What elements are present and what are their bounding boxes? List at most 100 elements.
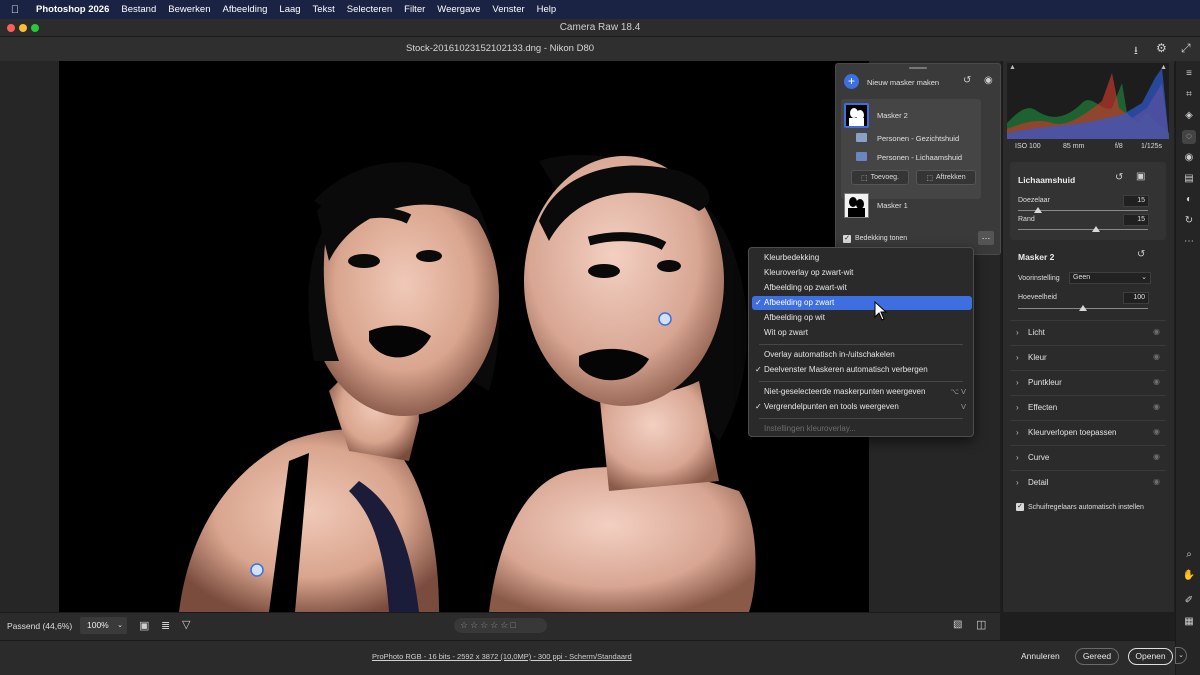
menu-filter[interactable]: Filter [398, 4, 431, 15]
add-icon: ⬚ [860, 174, 868, 182]
subtract-label: Aftrekken [936, 174, 966, 181]
zoom-fit[interactable]: Passend (44,6%) [7, 621, 72, 631]
menu-weergave[interactable]: Weergave [431, 4, 486, 15]
filmstrip-icon[interactable]: ▣ [139, 619, 149, 632]
menu-item-image-on-bw[interactable]: Afbeelding op zwart-wit [752, 281, 972, 295]
before-after-icon[interactable]: ▧ [953, 619, 962, 630]
menu-item-show-pins-tools[interactable]: ✓ Vergrendelpunten en tools weergeven V [752, 400, 972, 414]
amount-value[interactable]: 100 [1123, 292, 1149, 304]
shadow-clip-icon[interactable]: ▲ [1009, 64, 1016, 71]
hand-icon[interactable]: ✋ [1182, 569, 1196, 583]
menu-venster[interactable]: Venster [486, 4, 530, 15]
component-face-skin[interactable]: Personen - Gezichtshuid [877, 134, 959, 143]
lichaamshuid-title: Lichaamshuid [1018, 175, 1076, 185]
menu-item-auto-toggle-overlay[interactable]: Overlay automatisch in-/uitschakelen [752, 348, 972, 362]
fullscreen-icon[interactable]: ⤢ [1181, 41, 1191, 56]
eye-icon[interactable]: ◉ [1153, 427, 1160, 436]
split-view-icon[interactable]: ◫ [976, 618, 986, 631]
workflow-options-link[interactable]: ProPhoto RGB - 16 bits - 2592 x 3872 (10… [372, 652, 632, 661]
menu-item-color-overlay[interactable]: Kleurbedekking [752, 251, 972, 265]
section-label: Curve [1028, 453, 1050, 462]
subtract-button[interactable]: ⬚ Aftrekken [916, 170, 976, 185]
eye-icon[interactable]: ◉ [1153, 477, 1160, 486]
drag-handle[interactable] [909, 67, 927, 69]
menu-item-image-on-black[interactable]: ✓ Afbeelding op zwart [752, 296, 972, 310]
sync-icon[interactable]: ↻ [1182, 214, 1196, 228]
eye-icon[interactable]: ◉ [984, 75, 993, 86]
section-detail[interactable]: › Detail ◉ [1010, 470, 1166, 494]
menu-tekst[interactable]: Tekst [307, 4, 341, 15]
eye-icon[interactable]: ◉ [1153, 377, 1160, 386]
menu-item-auto-hide-panel[interactable]: ✓ Deelvenster Maskeren automatisch verber… [752, 363, 972, 377]
presets-icon[interactable]: ◐ [1182, 193, 1196, 207]
overlay-options-button[interactable]: … [978, 231, 994, 245]
mask-2-name[interactable]: Masker 2 [877, 111, 908, 120]
menu-item-image-on-white[interactable]: Afbeelding op wit [752, 311, 972, 325]
doezelaar-slider-handle[interactable] [1033, 207, 1042, 213]
mask-edit-icon[interactable]: ▣ [1136, 171, 1145, 182]
edit-sliders-icon[interactable]: ≡ [1182, 67, 1196, 81]
zoom-100[interactable]: 100% ⌄ [80, 617, 127, 634]
section-effecten[interactable]: › Effecten ◉ [1010, 395, 1166, 419]
menu-selecteren[interactable]: Selecteren [341, 4, 398, 15]
section-licht[interactable]: › Licht ◉ [1010, 320, 1166, 344]
auto-sliders-checkbox[interactable]: ✓ [1016, 503, 1024, 511]
section-curve[interactable]: › Curve ◉ [1010, 445, 1166, 469]
masking-icon[interactable]: ◌ [1182, 130, 1196, 144]
crop-icon[interactable]: ⌗ [1182, 88, 1196, 102]
add-button[interactable]: ⬚ Toevoeg. [851, 170, 909, 185]
add-mask-icon[interactable]: + [844, 74, 859, 89]
mask-2-thumbnail[interactable] [844, 103, 869, 128]
zoom-icon[interactable]: ⌕ [1182, 548, 1196, 562]
menu-item-color-overlay-bw[interactable]: Kleuroverlay op zwart-wit [752, 266, 972, 280]
menu-item-show-unselected-pins[interactable]: Niet-geselecteerde maskerpunten weergeve… [752, 385, 972, 399]
more-icon[interactable]: ⋯ [1182, 235, 1196, 249]
eyedropper-icon[interactable]: ✐ [1182, 594, 1196, 608]
preset-dropdown[interactable]: Geen ⌄ [1069, 272, 1151, 284]
gear-icon[interactable]: ⚙ [1156, 41, 1167, 55]
eraser-icon[interactable]: ◈ [1182, 109, 1196, 123]
apple-icon[interactable]:  [0, 4, 30, 16]
done-button[interactable]: Gereed [1075, 648, 1119, 665]
grid-icon[interactable]: ▦ [1182, 615, 1196, 629]
zoom-100-label: 100% [87, 620, 109, 630]
cancel-button[interactable]: Annuleren [1021, 651, 1060, 661]
shortcut-label: ⌥ V [950, 387, 966, 396]
new-mask-label[interactable]: Nieuw masker maken [867, 78, 939, 87]
menu-bestand[interactable]: Bestand [115, 4, 162, 15]
mask-1-name[interactable]: Masker 1 [877, 201, 908, 210]
section-kleur[interactable]: › Kleur ◉ [1010, 345, 1166, 369]
highlight-clip-icon[interactable]: ▲ [1160, 64, 1167, 71]
rand-slider[interactable] [1018, 229, 1148, 230]
overlay-checkbox[interactable]: ✓ [843, 235, 851, 243]
open-button[interactable]: Openen [1128, 648, 1173, 665]
section-puntkleur[interactable]: › Puntkleur ◉ [1010, 370, 1166, 394]
component-body-skin[interactable]: Personen - Lichaamshuid [877, 153, 962, 162]
redeye-icon[interactable]: ◉ [1182, 151, 1196, 165]
mask-1-thumbnail[interactable] [844, 193, 869, 218]
menu-app[interactable]: Photoshop 2026 [30, 4, 115, 15]
doezelaar-value[interactable]: 15 [1123, 195, 1149, 207]
undo-icon[interactable]: ↺ [963, 75, 971, 86]
rand-slider-handle[interactable] [1092, 226, 1100, 232]
eye-icon[interactable]: ◉ [1153, 327, 1160, 336]
section-kleurverlopen[interactable]: › Kleurverlopen toepassen ◉ [1010, 420, 1166, 444]
menu-item-white-on-black[interactable]: Wit op zwart [752, 326, 972, 340]
menu-afbeelding[interactable]: Afbeelding [217, 4, 274, 15]
reset-icon[interactable]: ↺ [1137, 249, 1145, 260]
filter-icon[interactable]: ▽ [182, 618, 190, 631]
eye-icon[interactable]: ◉ [1153, 352, 1160, 361]
save-icon[interactable]: ⭳ [1134, 42, 1138, 61]
eye-icon[interactable]: ◉ [1153, 402, 1160, 411]
sort-icon[interactable]: ≣ [161, 619, 170, 632]
eye-icon[interactable]: ◉ [1153, 452, 1160, 461]
amount-slider-handle[interactable] [1079, 305, 1087, 311]
snapshot-icon[interactable]: ▤ [1182, 172, 1196, 186]
menu-bewerken[interactable]: Bewerken [162, 4, 216, 15]
star-rating[interactable]: ☆☆☆☆☆□ [454, 618, 547, 633]
rand-value[interactable]: 15 [1123, 214, 1149, 226]
menu-help[interactable]: Help [531, 4, 563, 15]
menu-laag[interactable]: Laag [273, 4, 306, 15]
exif-iso: ISO 100 [1015, 143, 1041, 150]
reset-icon[interactable]: ↺ [1115, 172, 1123, 183]
